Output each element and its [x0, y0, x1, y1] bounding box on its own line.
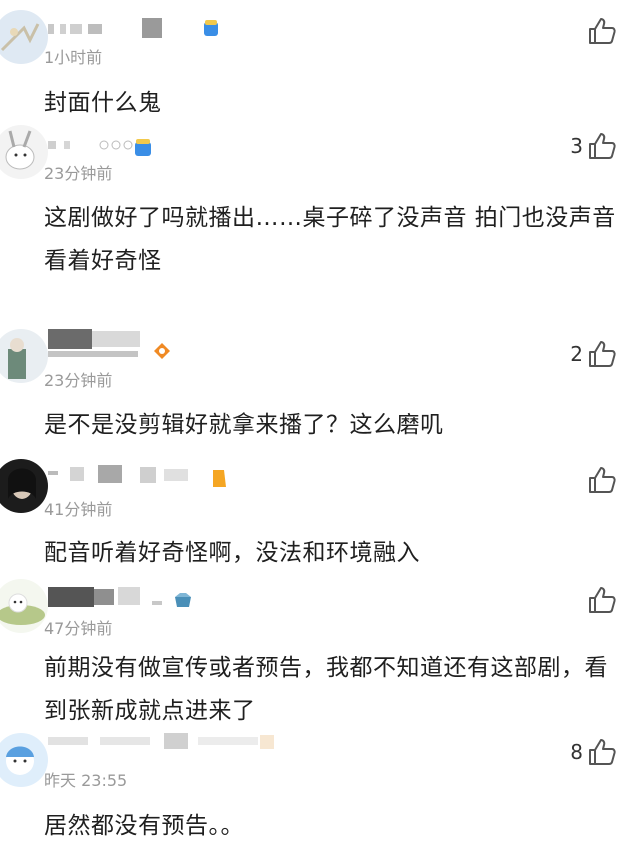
comment-text: 这剧做好了吗就播出……桌子碎了没声音 拍门也没声音 看着好奇怪: [44, 205, 616, 274]
thumbs-up-icon: [589, 133, 616, 159]
comment-item: 47分钟前 前期没有做宣传或者预告，我都不知道还有这部剧，看到张新成就点进来了: [0, 573, 640, 724]
level-badge-icon: [150, 339, 172, 361]
like-count: 2: [570, 342, 583, 366]
username[interactable]: [48, 463, 208, 485]
avatar[interactable]: [0, 459, 48, 513]
like-button[interactable]: [583, 583, 618, 617]
username[interactable]: [48, 16, 188, 38]
thumbs-up-icon: [589, 18, 616, 44]
comment-item: 1小时前 封面什么鬼: [0, 0, 640, 125]
comment-text: 前期没有做宣传或者预告，我都不知道还有这部剧，看到张新成就点进来了: [44, 655, 608, 724]
username[interactable]: [48, 731, 278, 753]
comment-text: 是不是没剪辑好就拿来播了？这么磨叽: [44, 412, 444, 438]
comment-time: 41分钟前: [44, 500, 113, 519]
comment-item: 23分钟前 3 这剧做好了吗就播出……桌子碎了没声音 拍门也没声音 看着好奇怪: [0, 125, 640, 325]
level-badge-icon: [132, 137, 154, 159]
avatar[interactable]: [0, 579, 48, 633]
thumbs-up-icon: [589, 739, 616, 765]
thumbs-up-icon: [589, 467, 616, 493]
thumbs-up-icon: [589, 587, 616, 613]
avatar[interactable]: [0, 733, 48, 787]
comment-item: 昨天 23:55 8 居然都没有预告。。: [0, 723, 640, 853]
comment-item: 41分钟前 配音听着好奇怪啊，没法和环境融入: [0, 453, 640, 573]
username[interactable]: [48, 131, 138, 153]
like-button[interactable]: 2: [570, 337, 618, 371]
comment-text: 居然都没有预告。。: [44, 813, 244, 839]
like-button[interactable]: [583, 463, 618, 497]
level-badge-icon: [200, 18, 222, 40]
comment-time: 47分钟前: [44, 619, 113, 638]
level-badge-icon: [208, 467, 230, 489]
comment-time: 23分钟前: [44, 371, 113, 390]
username[interactable]: [48, 329, 148, 357]
comment-time: 1小时前: [44, 48, 103, 67]
like-count: 8: [570, 740, 583, 764]
thumbs-up-icon: [589, 341, 616, 367]
comment-text: 封面什么鬼: [44, 90, 162, 116]
avatar[interactable]: [0, 329, 48, 383]
comment-time: 昨天 23:55: [44, 771, 128, 790]
like-button[interactable]: 8: [570, 735, 618, 769]
like-button[interactable]: [583, 14, 618, 48]
username[interactable]: [48, 583, 168, 607]
comment-item: 23分钟前 2 是不是没剪辑好就拿来播了？这么磨叽: [0, 325, 640, 453]
comment-time: 23分钟前: [44, 164, 113, 183]
like-button[interactable]: 3: [570, 129, 618, 163]
avatar[interactable]: [0, 125, 48, 179]
avatar[interactable]: [0, 10, 48, 64]
like-count: 3: [570, 134, 583, 158]
comment-text: 配音听着好奇怪啊，没法和环境融入: [44, 540, 420, 566]
level-badge-icon: [172, 589, 194, 611]
